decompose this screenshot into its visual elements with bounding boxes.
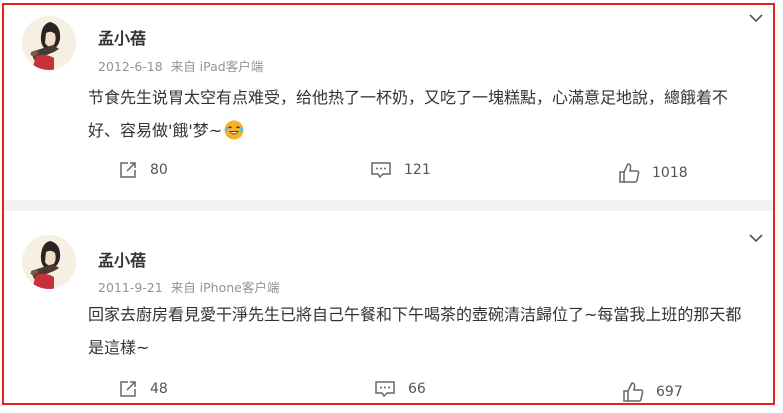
post-text-body: 节食先生说胃太空有点难受，给他热了一杯奶，又吃了一塊糕點，心滿意足地說，總餓着不… — [88, 88, 729, 140]
comment-count: 66 — [408, 381, 426, 397]
post: 孟小蓓 2011-9-21 来自 iPhone客户端 回家去廚房看見愛干淨先生已… — [4, 211, 773, 403]
thumbs-up-icon — [619, 163, 640, 183]
chevron-down-icon[interactable] — [749, 233, 763, 243]
avatar[interactable] — [22, 235, 76, 289]
author-name[interactable]: 孟小蓓 — [98, 25, 146, 49]
post-date[interactable]: 2012-6-18 — [98, 59, 163, 74]
chevron-down-icon[interactable] — [749, 13, 763, 23]
comment-icon — [375, 381, 395, 398]
thumbs-up-icon — [623, 382, 644, 402]
post: 孟小蓓 2012-6-18 来自 iPad客户端 节食先生说胃太空有点难受，给他… — [4, 5, 773, 200]
like-button[interactable]: 697 — [622, 381, 683, 403]
separator — [4, 200, 773, 211]
like-button[interactable]: 1018 — [618, 162, 688, 184]
like-count: 697 — [656, 384, 683, 400]
comment-button[interactable]: 121 — [370, 160, 431, 180]
repost-count: 48 — [150, 381, 168, 397]
post-meta: 2012-6-18 来自 iPad客户端 — [98, 56, 267, 75]
repost-icon — [120, 381, 136, 397]
author-name[interactable]: 孟小蓓 — [98, 247, 146, 271]
like-count: 1018 — [652, 165, 688, 181]
post-date[interactable]: 2011-9-21 — [98, 280, 163, 295]
repost-button[interactable]: 80 — [118, 160, 168, 180]
post-meta: 2011-9-21 来自 iPhone客户端 — [98, 277, 283, 296]
comment-button[interactable]: 66 — [374, 379, 426, 399]
feed-frame: 孟小蓓 2012-6-18 来自 iPad客户端 节食先生说胃太空有点难受，给他… — [2, 3, 775, 405]
comment-icon — [371, 162, 391, 179]
post-text: 节食先生说胃太空有点难受，给他热了一杯奶，又吃了一塊糕點，心滿意足地說，總餓着不… — [88, 81, 756, 147]
repost-icon — [120, 162, 136, 178]
avatar[interactable] — [22, 16, 76, 70]
laughing-tears-icon — [224, 120, 244, 140]
comment-count: 121 — [404, 162, 431, 178]
post-text: 回家去廚房看見愛干淨先生已將自己午餐和下午喝茶的壺碗清洁歸位了~每當我上班的那天… — [88, 305, 742, 357]
post-source: 来自 iPhone客户端 — [170, 280, 280, 295]
repost-count: 80 — [150, 162, 168, 178]
repost-button[interactable]: 48 — [118, 379, 168, 399]
post-source: 来自 iPad客户端 — [170, 59, 264, 74]
